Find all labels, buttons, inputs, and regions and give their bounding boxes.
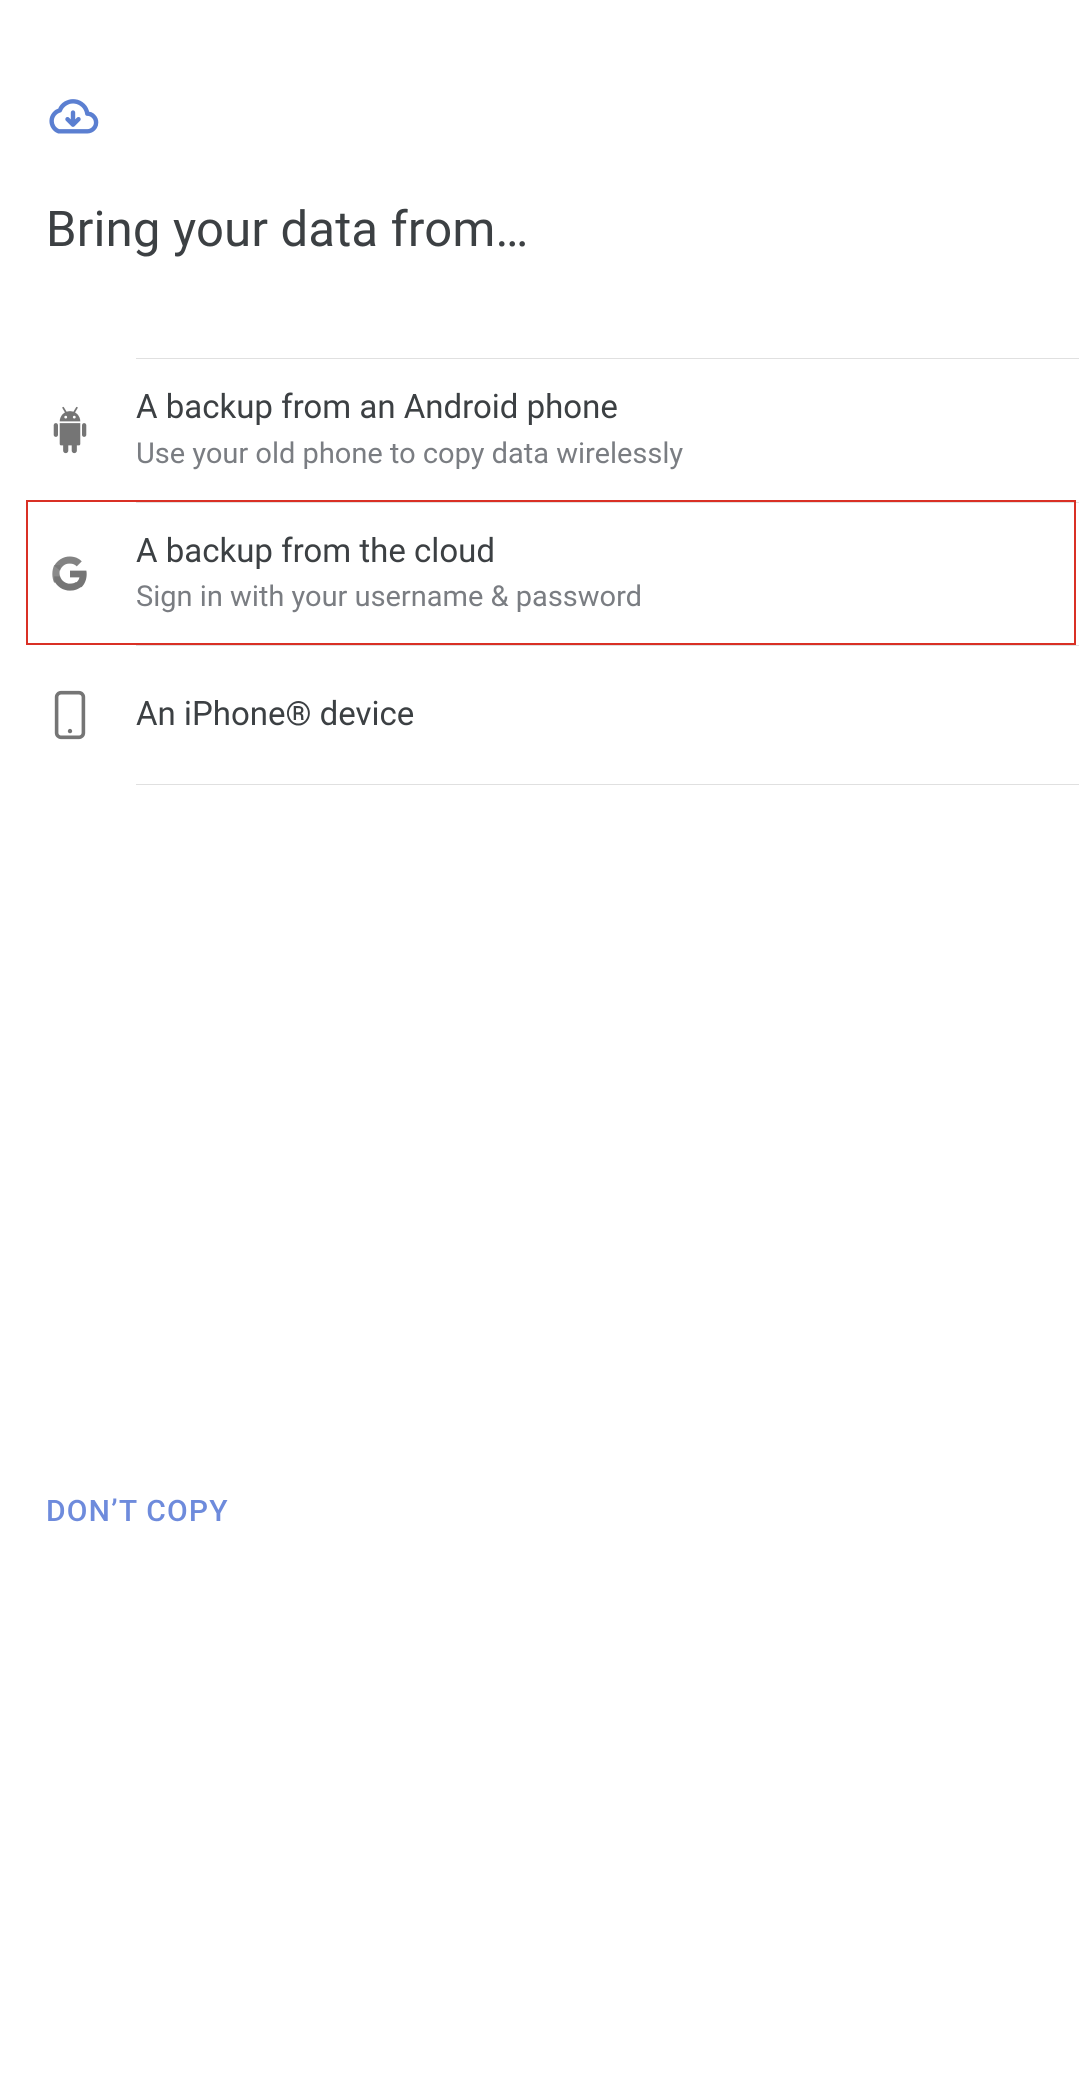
option-android-backup[interactable]: A backup from an Android phone Use your …: [136, 358, 1079, 502]
header: Bring your data from…: [0, 0, 1079, 258]
footer: DON’T COPY: [46, 1494, 229, 1529]
android-icon: [46, 406, 94, 454]
google-icon: [46, 550, 94, 598]
option-title: An iPhone® device: [136, 694, 1079, 737]
smartphone-icon: [46, 691, 94, 739]
option-subtitle: Use your old phone to copy data wireless…: [136, 436, 1079, 474]
option-title: A backup from an Android phone: [136, 387, 1079, 430]
option-subtitle: Sign in with your username & password: [136, 579, 1079, 617]
cloud-download-icon: [46, 95, 1079, 139]
option-text: A backup from an Android phone Use your …: [136, 387, 1079, 474]
option-text: An iPhone® device: [136, 694, 1079, 737]
option-cloud-backup[interactable]: A backup from the cloud Sign in with you…: [136, 502, 1079, 646]
option-iphone[interactable]: An iPhone® device: [136, 645, 1079, 785]
option-title: A backup from the cloud: [136, 531, 1079, 574]
options-list: A backup from an Android phone Use your …: [0, 358, 1079, 785]
page-title: Bring your data from…: [46, 201, 1079, 258]
dont-copy-button[interactable]: DON’T COPY: [46, 1494, 229, 1529]
option-text: A backup from the cloud Sign in with you…: [136, 531, 1079, 618]
